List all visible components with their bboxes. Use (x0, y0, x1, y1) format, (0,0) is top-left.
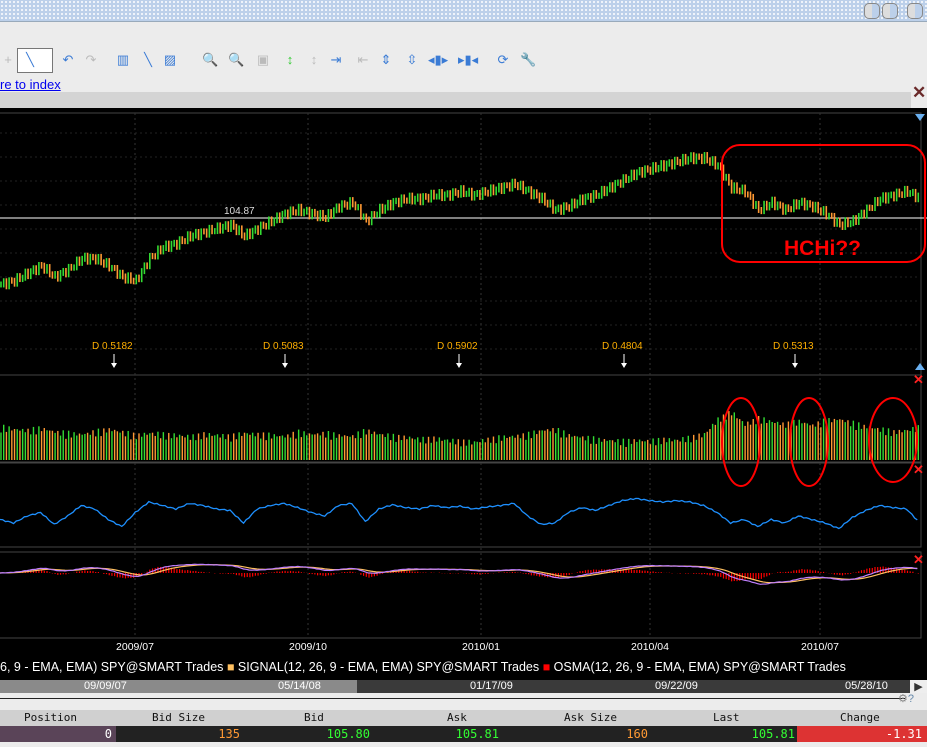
narrow-icon[interactable]: ▸▮◂ (458, 52, 478, 68)
divider (0, 698, 905, 699)
col-bid: Bid (304, 711, 324, 724)
expand-vertical-icon[interactable]: ↕ (282, 52, 298, 68)
ask-value: 105.81 (455, 727, 499, 741)
position-value: 0 (104, 727, 112, 741)
toolbar: + ╲ ↶ ↷ ▥ ╲ ▨ 🔍 🔍 ▣ ↕ ↕ ⇥ ⇤ ⇕ ⇳ ◂▮▸ ▸▮◂ ⟳ 🔧 (0, 48, 560, 74)
fit-icon[interactable]: ▣ (255, 52, 271, 68)
close-panel-icon: ✕ (913, 372, 924, 387)
legend-signal: SIGNAL(12, 26, 9 - EMA, EMA) SPY@SMART T… (237, 660, 540, 674)
reference-label: 104.87 (224, 206, 255, 217)
col-ask-size: Ask Size (564, 711, 617, 724)
redo-icon[interactable]: ↷ (83, 52, 99, 68)
bid-value: 105.80 (326, 727, 370, 741)
time-scroller[interactable]: 09/09/07 05/14/08 01/17/09 09/22/09 05/2… (0, 680, 910, 693)
refresh-icon[interactable]: ⟳ (495, 52, 511, 68)
scroller-date: 09/22/09 (655, 680, 698, 692)
signal-swatch-icon: ■ (226, 660, 238, 674)
panel-frame (0, 112, 922, 376)
signal-line (0, 564, 918, 584)
scale-handle-icon (915, 114, 925, 121)
close-window-button[interactable] (907, 3, 923, 19)
line-tool-icon[interactable]: ╲ (22, 52, 38, 68)
zoom-in-icon[interactable]: 🔍 (202, 52, 218, 68)
trendline-icon[interactable]: ╲ (140, 52, 156, 68)
scroller-date: 09/09/07 (84, 680, 127, 692)
panel-frame (0, 551, 922, 639)
scroll-right-icon[interactable]: ⇥ (328, 52, 344, 68)
minimize-button[interactable] (864, 3, 880, 19)
help-icon[interactable]: ? (908, 693, 914, 705)
ask-size-value: 160 (626, 727, 648, 741)
annotation-ellipse (789, 397, 829, 487)
chart-area[interactable]: 104.87 HCHi?? D 0.5182 D 0.5083 D 0.5902 D 0.… (0, 108, 927, 680)
compress-icon[interactable]: ⇳ (404, 52, 420, 68)
quote-row[interactable]: 0 135 105.80 105.81 160 105.81 -1.31 (0, 726, 927, 742)
dividend-label: D 0.5182 (92, 341, 133, 352)
undo-icon[interactable]: ↶ (60, 52, 76, 68)
col-bid-size: Bid Size (152, 711, 205, 724)
col-last: Last (713, 711, 740, 724)
annotation-text: HCHi?? (784, 237, 861, 260)
last-value: 105.81 (751, 727, 795, 741)
settings-wrench-icon[interactable]: 🔧 (520, 52, 536, 68)
scroller-date: 05/28/10 (845, 680, 888, 692)
oscillator-line (0, 497, 918, 530)
compare-to-index-link[interactable]: re to index (0, 77, 61, 92)
col-ask: Ask (447, 711, 467, 724)
col-change: Change (840, 711, 880, 724)
scroll-left-icon[interactable]: ⇤ (355, 52, 371, 68)
settings-icon[interactable]: ⚙ (898, 693, 908, 705)
title-bar (0, 0, 927, 22)
col-position: Position (24, 711, 77, 724)
maximize-button[interactable] (882, 3, 898, 19)
close-panel-icon: ✕ (913, 462, 924, 477)
dividend-arrow-head (111, 363, 117, 368)
chart-type-icon[interactable]: ▥ (115, 52, 131, 68)
x-tick-label: 2010/07 (801, 641, 839, 653)
scroller-date: 05/14/08 (278, 680, 321, 692)
dividend-arrow-head (456, 363, 462, 368)
shrink-vertical-icon[interactable]: ↕ (306, 52, 322, 68)
chart-legend: 6, 9 - EMA, EMA) SPY@SMART Trades ■ SIGN… (0, 660, 846, 674)
dividend-arrow-head (282, 363, 288, 368)
scroller-date: 01/17/09 (470, 680, 513, 692)
x-tick-label: 2009/07 (116, 641, 154, 653)
bid-size-value: 135 (218, 727, 240, 741)
legend-macd: 6, 9 - EMA, EMA) SPY@SMART Trades (0, 660, 224, 674)
panel-frame (0, 462, 922, 548)
dividend-arrow-head (792, 363, 798, 368)
chart-svg: 104.87 HCHi?? D 0.5182 D 0.5083 D 0.5902 D 0.… (0, 112, 927, 653)
widen-icon[interactable]: ◂▮▸ (428, 52, 448, 68)
close-panel-icon: ✕ (913, 552, 924, 567)
dividend-label: D 0.5313 (773, 341, 814, 352)
dividend-label: D 0.5902 (437, 341, 478, 352)
dividend-arrow-head (621, 363, 627, 368)
close-panel-icon[interactable]: ✕ (912, 83, 926, 103)
change-value: -1.31 (885, 727, 922, 741)
x-tick-label: 2010/01 (462, 641, 500, 653)
scale-handle-icon (915, 363, 925, 370)
expand-icon[interactable]: ⇕ (378, 52, 394, 68)
panel-header-bar (0, 92, 911, 108)
annotation-ellipse (721, 397, 761, 487)
dividend-label: D 0.4804 (602, 341, 643, 352)
channel-icon[interactable]: ▨ (162, 52, 178, 68)
legend-osma: OSMA(12, 26, 9 - EMA, EMA) SPY@SMART Tra… (553, 660, 846, 674)
crosshair-icon[interactable]: + (0, 52, 16, 68)
dividend-label: D 0.5083 (263, 341, 304, 352)
x-tick-label: 2010/04 (631, 641, 669, 653)
zoom-out-icon[interactable]: 🔍 (228, 52, 244, 68)
quote-header: Position Bid Size Bid Ask Ask Size Last … (0, 710, 927, 726)
osma-swatch-icon: ■ (542, 660, 554, 674)
x-tick-label: 2009/10 (289, 641, 327, 653)
